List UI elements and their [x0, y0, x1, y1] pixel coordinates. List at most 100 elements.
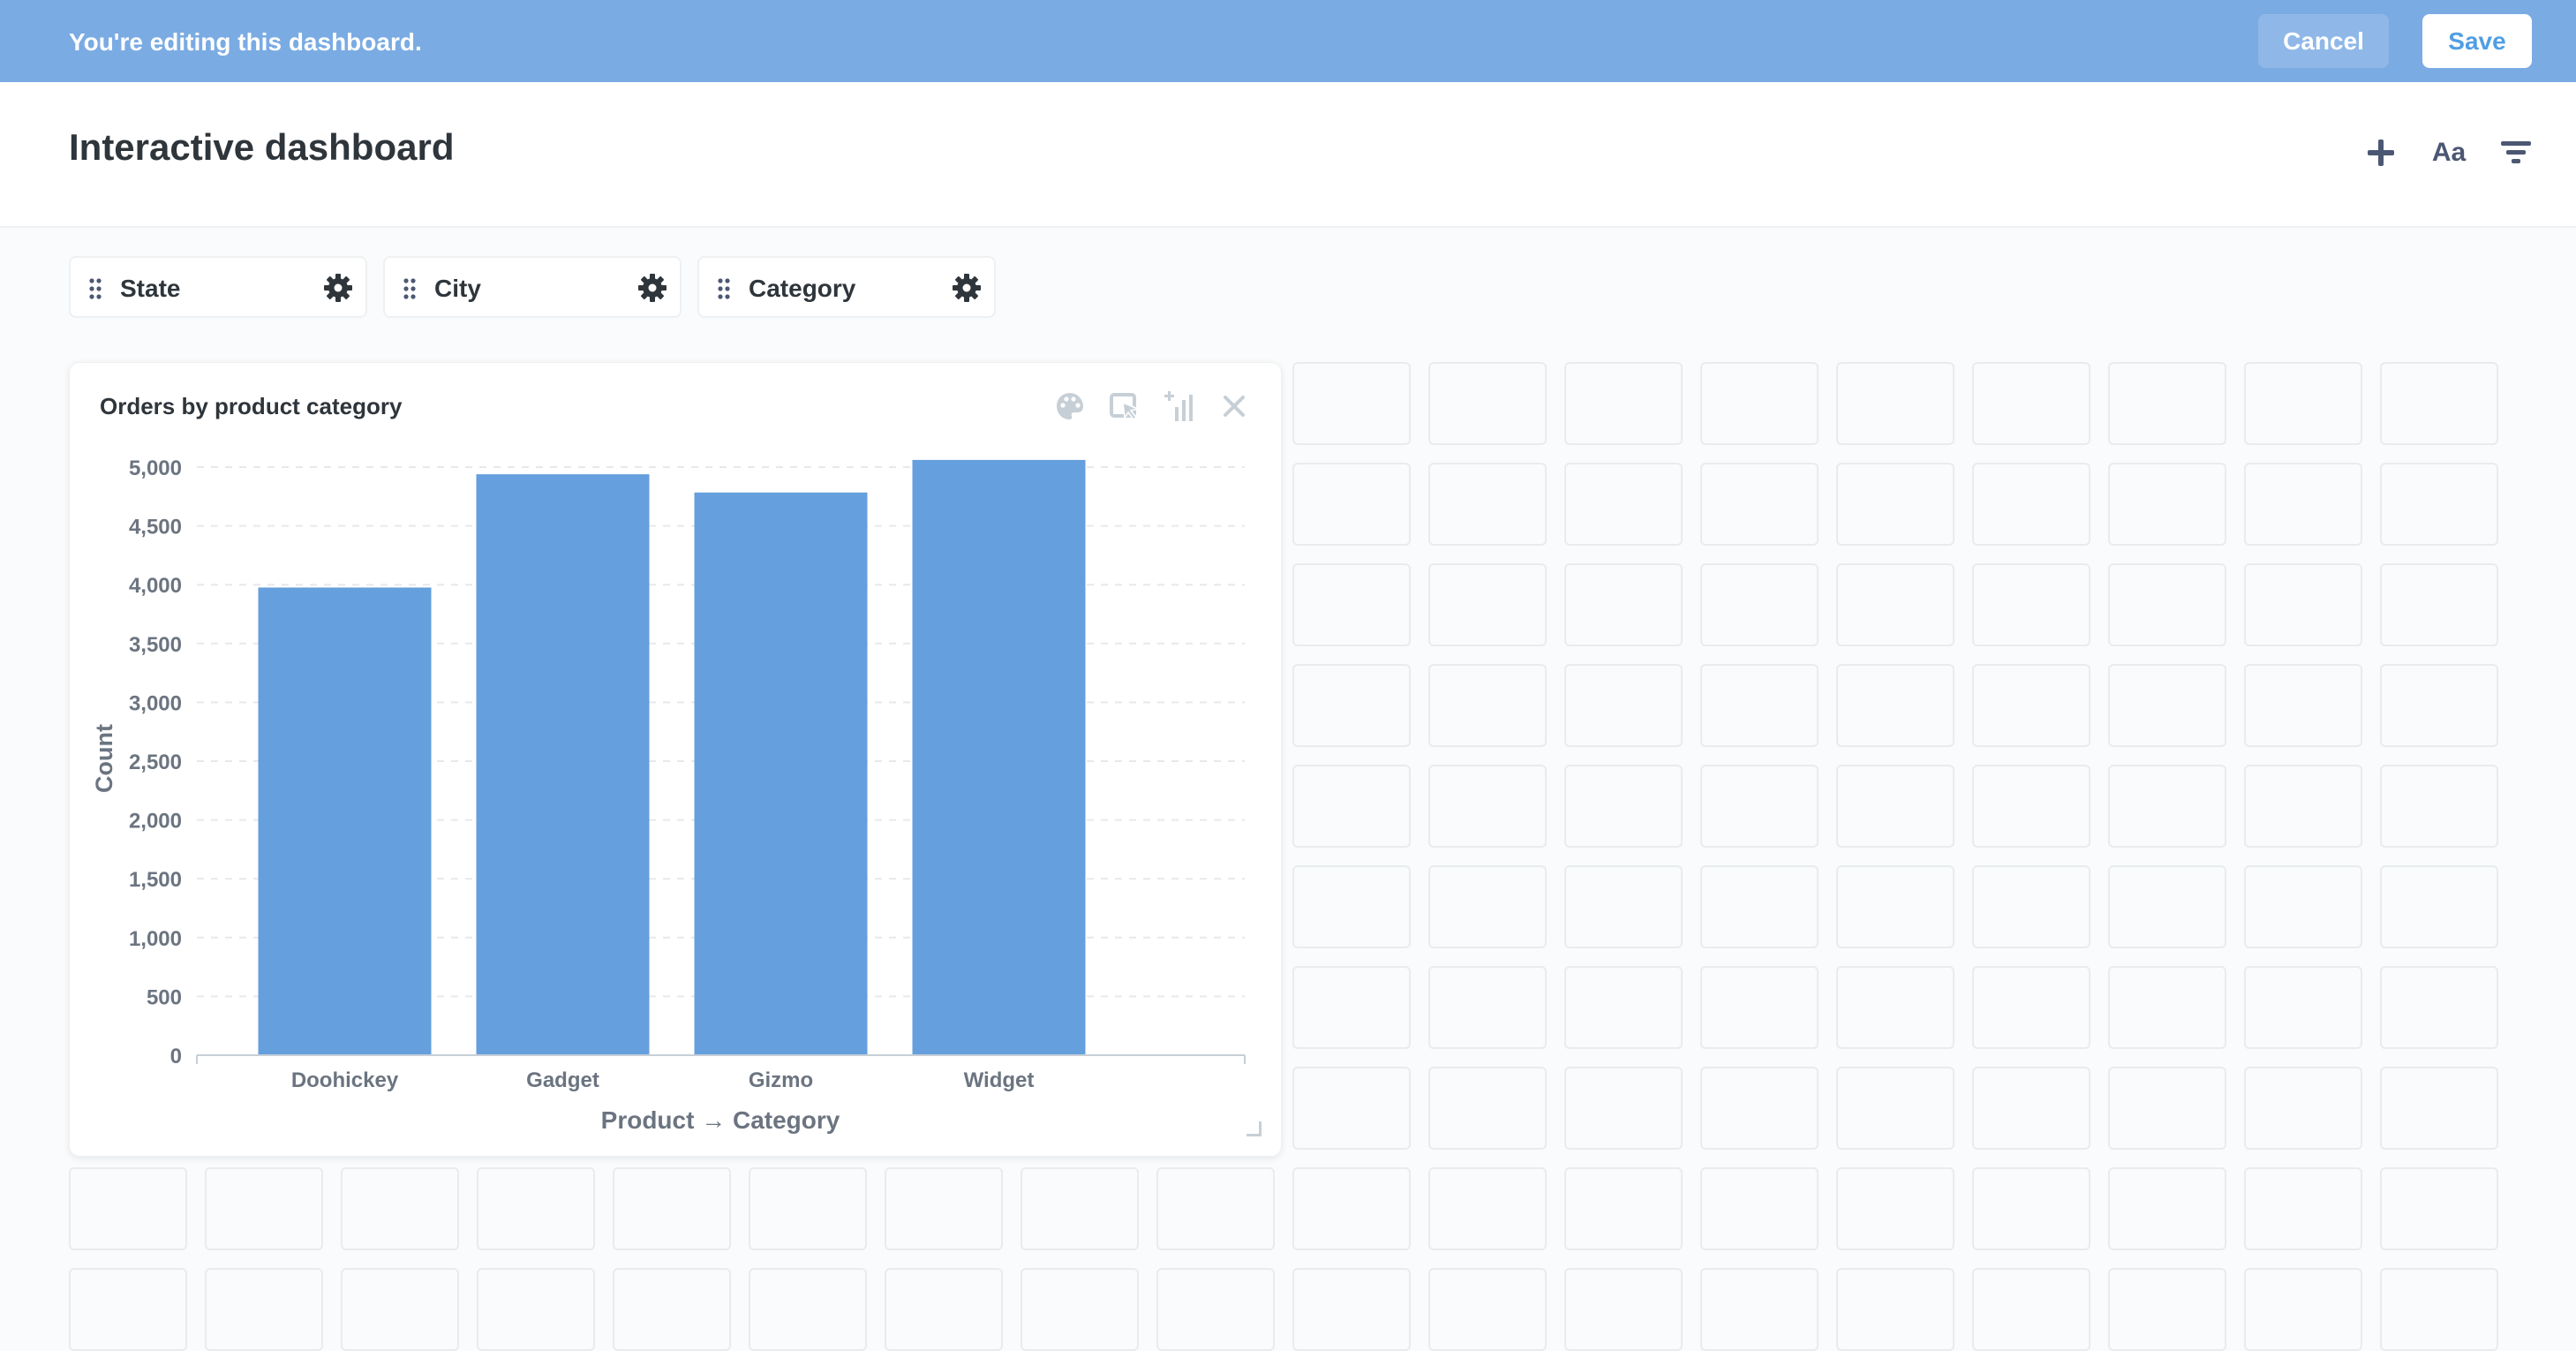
grid-cell: [885, 1167, 1003, 1250]
filter-label: Category: [749, 275, 856, 302]
grid-cell: [1836, 765, 1955, 848]
grid-cell: [1156, 1268, 1275, 1351]
grid-cell: [2108, 463, 2226, 546]
bar-chart: 0 500 1,000 1,500 2,000 2,500 3,000 3,500 4,000 4…: [91, 457, 1246, 1134]
grid-cell: [1292, 1067, 1411, 1150]
grid-cell: [2380, 966, 2498, 1049]
grid-cell: [2244, 563, 2362, 646]
grid-cell: [1292, 463, 1411, 546]
grid-cell: [885, 1268, 1003, 1351]
filter-city[interactable]: City: [383, 256, 682, 318]
grid-cell: [69, 1268, 187, 1351]
grid-cell: [1428, 563, 1547, 646]
edit-mode-message: You're editing this dashboard.: [69, 28, 422, 56]
y-tick-label: 3,000: [129, 691, 182, 715]
grid-cell: [2244, 865, 2362, 948]
grid-cell: [1292, 765, 1411, 848]
grid-cell: [2380, 463, 2498, 546]
grid-cell: [1836, 664, 1955, 747]
grid-cell: [749, 1167, 867, 1250]
grid-cell: [749, 1268, 867, 1351]
grid-cell: [1428, 1067, 1547, 1150]
bar-gadget[interactable]: [476, 474, 650, 1055]
grid-cell: [1700, 765, 1819, 848]
grid-cell: [1972, 966, 2090, 1049]
grid-cell: [2108, 765, 2226, 848]
grid-cell: [2108, 1268, 2226, 1351]
grid-cell: [1972, 1268, 2090, 1351]
grid-cell: [1972, 1067, 2090, 1150]
grid-cell: [1700, 362, 1819, 445]
grid-cell: [477, 1167, 595, 1250]
filter-label: State: [120, 275, 181, 302]
grid-cell: [1836, 463, 1955, 546]
edit-mode-bar: You're editing this dashboard. Cancel Sa…: [0, 0, 2576, 82]
grid-cell: [1564, 966, 1683, 1049]
y-axis-label: Count: [91, 724, 117, 793]
grid-cell: [1292, 966, 1411, 1049]
grid-cell: [1972, 1167, 2090, 1250]
plus-icon[interactable]: [2359, 131, 2403, 175]
grid-cell: [2108, 1167, 2226, 1250]
y-tick-label: 4,000: [129, 574, 182, 598]
grid-cell: [2244, 1067, 2362, 1150]
bar-gizmo[interactable]: [694, 492, 868, 1055]
grid-cell: [1292, 1268, 1411, 1351]
grid-cell: [1700, 865, 1819, 948]
y-tick-label: 500: [147, 985, 182, 1009]
save-button[interactable]: Save: [2422, 14, 2532, 68]
grid-cell: [1836, 1067, 1955, 1150]
bar-widget[interactable]: [912, 459, 1086, 1055]
grid-cell: [2244, 966, 2362, 1049]
grid-cell: [1700, 664, 1819, 747]
bar-doohickey[interactable]: [258, 587, 432, 1055]
filter-state[interactable]: State: [69, 256, 367, 318]
grid-cell: [1292, 865, 1411, 948]
grid-cell: [1428, 664, 1547, 747]
grid-cell: [1972, 362, 2090, 445]
grid-cell: [2108, 966, 2226, 1049]
y-tick-label: 1,500: [129, 868, 182, 892]
grid-cell: [1428, 362, 1547, 445]
x-tick-label: Doohickey: [291, 1068, 399, 1092]
dashboard-card[interactable]: Orders by product category 0 500 1,000 1,50…: [69, 362, 1282, 1157]
gear-icon[interactable]: [637, 273, 667, 303]
y-tick-label: 0: [170, 1045, 182, 1068]
filter-category[interactable]: Category: [697, 256, 996, 318]
grid-cell: [2108, 362, 2226, 445]
grid-cell: [2244, 362, 2362, 445]
resize-handle[interactable]: [1247, 1121, 1262, 1136]
grid-cell: [1292, 362, 1411, 445]
grid-cell: [613, 1268, 731, 1351]
grid-cell: [1021, 1167, 1139, 1250]
grid-cell: [1292, 664, 1411, 747]
gear-icon[interactable]: [952, 273, 982, 303]
grid-cell: [1700, 463, 1819, 546]
cancel-button[interactable]: Cancel: [2258, 14, 2389, 68]
drag-handle-icon[interactable]: [88, 277, 102, 300]
grid-cell: [1021, 1268, 1139, 1351]
grid-cell: [613, 1167, 731, 1250]
grid-cell: [1564, 1067, 1683, 1150]
grid-cell: [1292, 563, 1411, 646]
grid-cell: [2380, 664, 2498, 747]
filter-icon[interactable]: [2494, 131, 2538, 175]
grid-cell: [1428, 966, 1547, 1049]
y-tick-label: 3,500: [129, 633, 182, 657]
grid-cell: [1564, 1167, 1683, 1250]
grid-cell: [1700, 1167, 1819, 1250]
grid-cell: [2244, 1167, 2362, 1250]
gear-icon[interactable]: [323, 273, 353, 303]
grid-cell: [1836, 1167, 1955, 1250]
grid-cell: [1836, 865, 1955, 948]
grid-cell: [69, 1167, 187, 1250]
y-tick-label: 2,500: [129, 751, 182, 774]
grid-cell: [1700, 1067, 1819, 1150]
grid-cell: [2380, 563, 2498, 646]
drag-handle-icon[interactable]: [403, 277, 417, 300]
dashboard-header: Interactive dashboard Aa: [0, 82, 2576, 228]
drag-handle-icon[interactable]: [717, 277, 731, 300]
grid-cell: [1972, 865, 2090, 948]
text-icon[interactable]: Aa: [2427, 131, 2471, 175]
grid-cell: [341, 1268, 459, 1351]
